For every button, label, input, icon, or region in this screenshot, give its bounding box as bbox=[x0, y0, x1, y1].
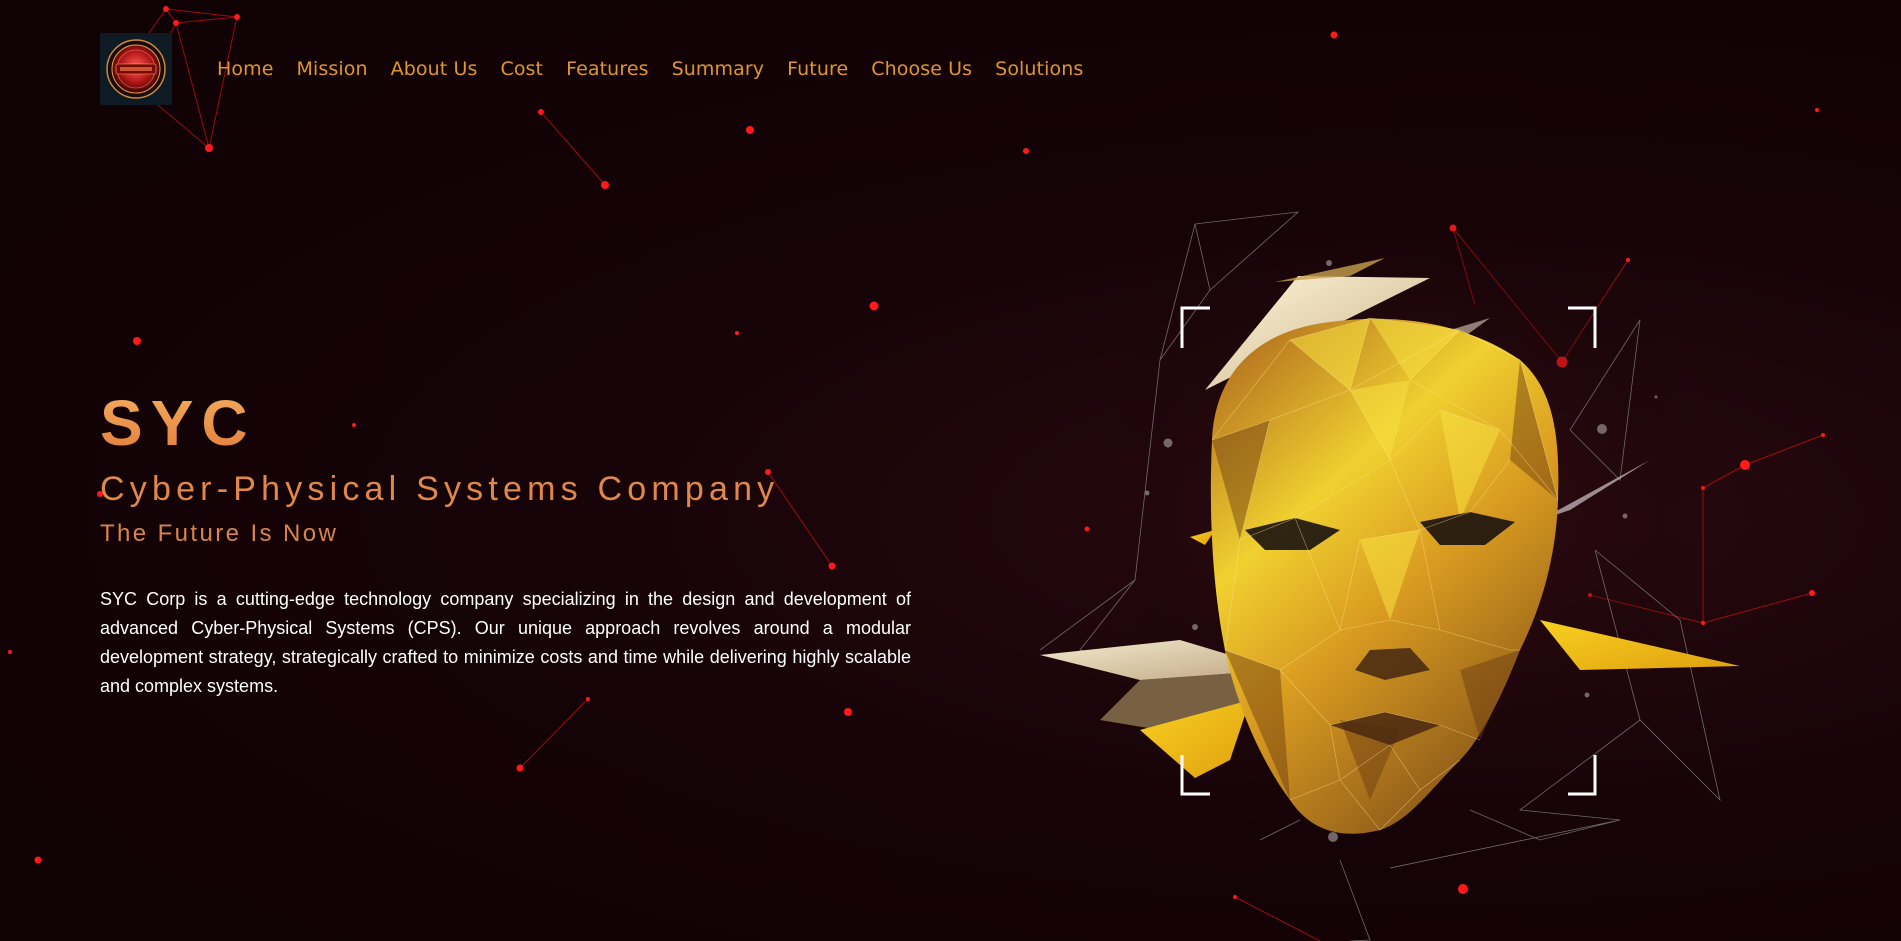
company-tagline: Cyber-Physical Systems Company bbox=[100, 470, 780, 508]
main-menu: Home Mission About Us Cost Features Summ… bbox=[217, 58, 1083, 80]
low-poly-gold-face-icon bbox=[1040, 210, 1740, 941]
nav-home[interactable]: Home bbox=[217, 58, 274, 80]
nav-about-us[interactable]: About Us bbox=[391, 58, 478, 80]
nav-future[interactable]: Future bbox=[787, 58, 848, 80]
company-description: SYC Corp is a cutting-edge technology co… bbox=[100, 589, 911, 696]
nav-cost[interactable]: Cost bbox=[500, 58, 543, 80]
company-motto: The Future Is Now bbox=[100, 520, 339, 547]
nav-choose-us[interactable]: Choose Us bbox=[871, 58, 972, 80]
syc-corp-logo[interactable] bbox=[100, 33, 172, 105]
nav-mission[interactable]: Mission bbox=[297, 58, 368, 80]
page: Home Mission About Us Cost Features Summ… bbox=[0, 0, 1901, 941]
top-navigation: Home Mission About Us Cost Features Summ… bbox=[100, 32, 1083, 106]
nav-summary[interactable]: Summary bbox=[672, 58, 765, 80]
brand-title: SYC bbox=[100, 385, 911, 461]
nav-features[interactable]: Features bbox=[566, 58, 649, 80]
hero-section: SYC Cyber-Physical Systems Company The F… bbox=[100, 385, 911, 701]
syc-corp-logo-icon bbox=[106, 39, 166, 99]
nav-solutions[interactable]: Solutions bbox=[995, 58, 1083, 80]
